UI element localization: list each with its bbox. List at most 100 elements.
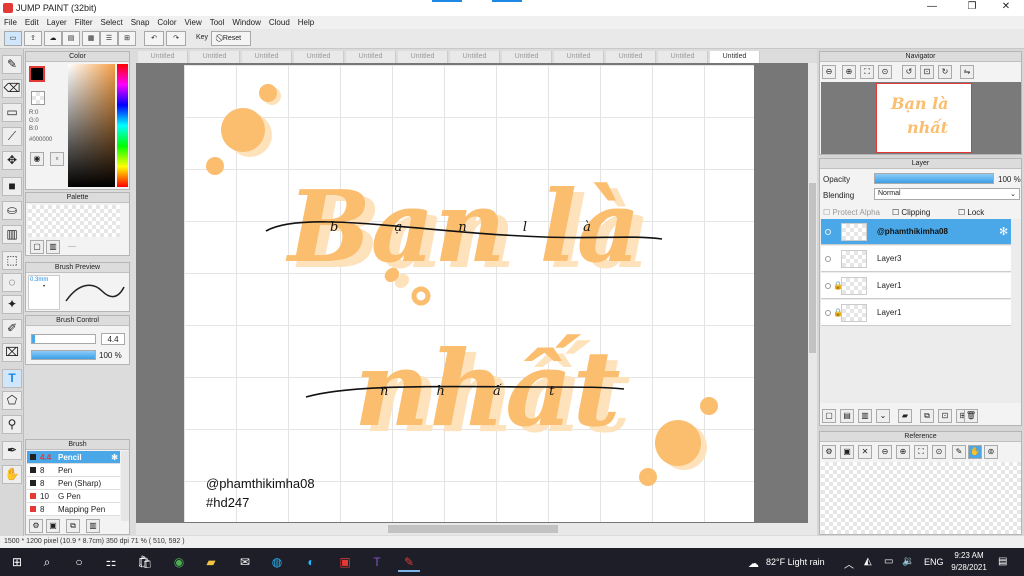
- document-tab[interactable]: Untitled: [658, 51, 708, 63]
- brush-item[interactable]: 10 G Pen: [27, 490, 120, 503]
- visibility-icon[interactable]: [825, 229, 831, 235]
- select-eraser-tool-icon[interactable]: ⌧: [2, 343, 22, 362]
- document-tab[interactable]: Untitled: [346, 51, 396, 63]
- ref-close-icon[interactable]: ✕: [858, 445, 872, 459]
- brush-opacity-slider[interactable]: [31, 350, 96, 360]
- jump-paint-taskbar-icon[interactable]: ✎: [398, 552, 420, 572]
- clock-date[interactable]: 9/28/2021: [948, 563, 990, 572]
- vertical-scroll-thumb[interactable]: [809, 183, 816, 353]
- menu-color[interactable]: Color: [153, 16, 180, 27]
- chrome-icon[interactable]: ◉: [168, 552, 190, 572]
- lasso-tool-icon[interactable]: ◌: [2, 273, 22, 292]
- teams-icon[interactable]: T: [366, 552, 388, 572]
- app-red-icon[interactable]: ▣: [334, 552, 356, 572]
- protect-alpha-checkbox[interactable]: ☐ Protect Alpha: [823, 208, 880, 217]
- zoom-in-icon[interactable]: ⊕: [842, 65, 856, 79]
- brush-settings-icon[interactable]: ⚙: [29, 519, 43, 533]
- brush-list-scrollbar[interactable]: [121, 451, 129, 521]
- new-layer-1bit-icon[interactable]: ▥: [858, 409, 872, 423]
- document-tab[interactable]: Untitled: [242, 51, 292, 63]
- language-indicator[interactable]: ENG: [924, 557, 944, 567]
- canvas-icon[interactable]: ▭: [4, 31, 22, 46]
- visibility-icon[interactable]: [825, 310, 831, 316]
- tray-chevron-icon[interactable]: ︿: [844, 556, 854, 571]
- fill-rect-tool-icon[interactable]: ■: [2, 177, 22, 196]
- ref-rotate-icon[interactable]: ⊚: [984, 445, 998, 459]
- visibility-icon[interactable]: [825, 256, 831, 262]
- gradient-tool-icon[interactable]: ▥: [2, 225, 22, 244]
- visibility-icon[interactable]: [825, 283, 831, 289]
- eraser-tool-icon[interactable]: ⌫: [2, 79, 22, 98]
- ref-actual-icon[interactable]: ⊙: [932, 445, 946, 459]
- brush-size-slider[interactable]: [31, 334, 96, 344]
- document-tab[interactable]: Untitled: [502, 51, 552, 63]
- color-wheel-icon[interactable]: ◉: [30, 152, 44, 166]
- menu-view[interactable]: View: [181, 16, 206, 27]
- ref-gear-icon[interactable]: ⚙: [822, 445, 836, 459]
- text-tool-icon[interactable]: T: [2, 369, 22, 388]
- clock-time[interactable]: 9:23 AM: [952, 551, 986, 560]
- menu-filter[interactable]: Filter: [71, 16, 97, 27]
- reference-area[interactable]: [821, 462, 1021, 534]
- ref-fit-icon[interactable]: ⛶: [914, 445, 928, 459]
- store-icon[interactable]: 🛍: [134, 552, 156, 572]
- weather-text[interactable]: 82°F Light rain: [766, 557, 825, 567]
- palette-new-icon[interactable]: ▢: [30, 240, 44, 254]
- new-layer-8bit-icon[interactable]: ▤: [840, 409, 854, 423]
- volume-icon[interactable]: 🔉: [902, 556, 914, 567]
- brush-tool-icon[interactable]: ✎: [2, 55, 22, 74]
- search-icon[interactable]: ⌕: [36, 552, 58, 572]
- close-button[interactable]: ✕: [986, 1, 1024, 15]
- rotate-left-icon[interactable]: ↺: [902, 65, 916, 79]
- menu-select[interactable]: Select: [96, 16, 126, 27]
- document-tab[interactable]: Untitled: [554, 51, 604, 63]
- document-tab[interactable]: Untitled: [190, 51, 240, 63]
- gear-icon[interactable]: ✻: [999, 225, 1008, 238]
- saturation-value-picker[interactable]: [68, 64, 115, 187]
- horizontal-scroll-thumb[interactable]: [388, 525, 558, 533]
- network-icon[interactable]: ▭: [884, 556, 893, 567]
- vertical-scrollbar[interactable]: [808, 63, 817, 535]
- select-pen-tool-icon[interactable]: ✐: [2, 319, 22, 338]
- document-tab[interactable]: Untitled: [450, 51, 500, 63]
- reset-button[interactable]: ⃠ Reset: [211, 31, 251, 46]
- mail-icon[interactable]: ✉: [234, 552, 256, 572]
- document-tab[interactable]: Untitled: [606, 51, 656, 63]
- menu-file[interactable]: File: [0, 16, 21, 27]
- undo-icon[interactable]: ↶: [144, 31, 164, 46]
- list-icon[interactable]: ☰: [100, 31, 118, 46]
- task-view-icon[interactable]: ○: [68, 552, 90, 572]
- menu-window[interactable]: Window: [228, 16, 264, 27]
- layer-row[interactable]: 🔒 Layer1: [821, 300, 1011, 326]
- blending-select[interactable]: Normal ⌄: [874, 188, 1020, 200]
- brush-item[interactable]: 4.4 Pencil ✻: [27, 451, 120, 464]
- brush-item[interactable]: 8 Pen: [27, 464, 120, 477]
- palette-delete-icon[interactable]: ▥: [46, 240, 60, 254]
- rotate-reset-icon[interactable]: ⊡: [920, 65, 934, 79]
- cloud-icon[interactable]: ☁: [44, 31, 62, 46]
- brush-size-input[interactable]: 4.4: [101, 333, 125, 345]
- magic-wand-tool-icon[interactable]: ✦: [2, 295, 22, 314]
- redo-icon[interactable]: ↷: [166, 31, 186, 46]
- document-tab[interactable]: Untitled: [138, 51, 188, 63]
- grid-icon[interactable]: ⊞: [118, 31, 136, 46]
- bucket-tool-icon[interactable]: ⛀: [2, 201, 22, 220]
- rotate-right-icon[interactable]: ↻: [938, 65, 952, 79]
- drawing-canvas[interactable]: Bạn là Bạn là nhất nhất b ạ n l à n h ấ …: [184, 65, 754, 522]
- line-tool-icon[interactable]: ⟋: [2, 127, 22, 146]
- brush-copy-icon[interactable]: ⧉: [66, 519, 80, 533]
- widgets-icon[interactable]: ⚏: [100, 552, 122, 572]
- fit-icon[interactable]: ⛶: [860, 65, 874, 79]
- ref-open-icon[interactable]: ▣: [840, 445, 854, 459]
- actual-size-icon[interactable]: ⊙: [878, 65, 892, 79]
- ref-hand-icon[interactable]: ✋: [968, 445, 982, 459]
- edge-icon[interactable]: ◍: [266, 552, 288, 572]
- minimize-button[interactable]: —: [912, 1, 952, 15]
- brush-delete-icon[interactable]: ▥: [86, 519, 100, 533]
- tray-app-icon[interactable]: ◭: [864, 556, 872, 567]
- menu-help[interactable]: Help: [294, 16, 318, 27]
- document-tab[interactable]: Untitled: [710, 51, 760, 63]
- gear-icon[interactable]: ✻: [111, 451, 118, 464]
- messenger-icon[interactable]: ◐: [300, 552, 322, 572]
- clipping-checkbox[interactable]: ☐ Clipping: [892, 208, 930, 217]
